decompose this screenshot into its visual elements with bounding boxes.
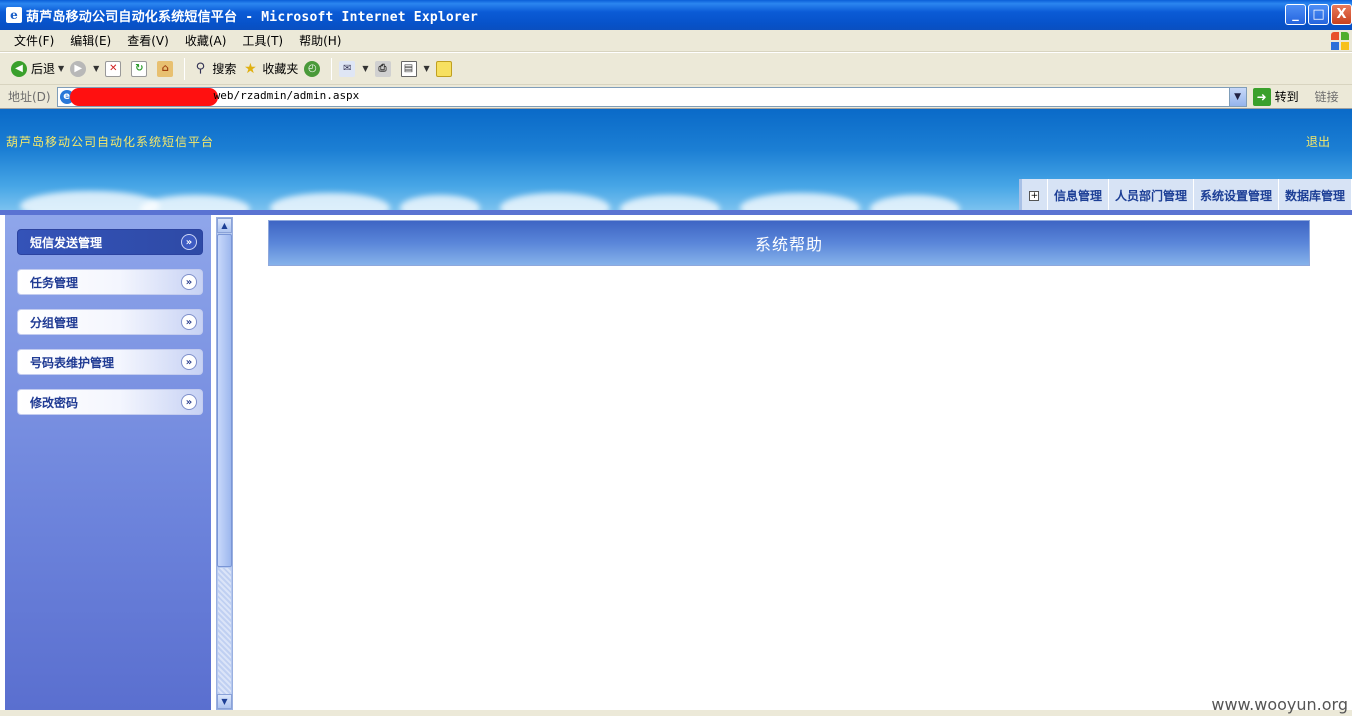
go-arrow-icon: ➜	[1252, 87, 1271, 106]
address-dropdown-icon[interactable]: ▼	[1228, 87, 1246, 106]
forward-arrow-icon: ▶	[70, 60, 87, 77]
sidebar-item-change-password[interactable]: 修改密码 »	[17, 389, 203, 415]
address-url-text: web/rzadmin/admin.aspx	[213, 88, 360, 102]
forward-button[interactable]: ▶ ▼	[67, 57, 102, 81]
plus-box-icon: +	[1029, 190, 1040, 201]
toolbar-separator	[184, 57, 186, 80]
sidebar-item-label: 任务管理	[30, 275, 79, 290]
scrollbar-thumb[interactable]	[217, 234, 232, 567]
home-button[interactable]: ⌂	[154, 57, 180, 81]
edit-icon: ▤	[400, 60, 417, 77]
address-label: 地址(D)	[8, 90, 51, 104]
print-icon: ⎙	[374, 60, 391, 77]
forward-dropdown-icon[interactable]: ▼	[93, 64, 99, 73]
sidebar-scrollbar[interactable]: ▲ ▼	[216, 217, 233, 710]
topnav-expand-button[interactable]: +	[1022, 179, 1048, 212]
site-title: 葫芦岛移动公司自动化系统短信平台	[6, 135, 215, 149]
mail-icon: ✉	[339, 60, 356, 77]
go-button[interactable]: ➜ 转到	[1252, 87, 1299, 106]
search-button[interactable]: ⚲ 搜索	[189, 57, 239, 81]
sidebar-item-sms-send-management[interactable]: 短信发送管理 »	[17, 229, 203, 255]
sidebar-item-task-management[interactable]: 任务管理 »	[17, 269, 203, 295]
menu-edit[interactable]: 编辑(E)	[62, 32, 119, 49]
back-button[interactable]: ◀ 后退 ▼	[8, 57, 67, 81]
mail-dropdown-icon[interactable]: ▼	[362, 64, 368, 73]
note-icon	[435, 60, 452, 77]
sidebar-item-number-table-maintenance[interactable]: 号码表维护管理 »	[17, 349, 203, 375]
back-label: 后退	[31, 62, 56, 76]
refresh-button[interactable]: ↻	[128, 57, 154, 81]
top-navigation: + 信息管理 人员部门管理 系统设置管理 数据库管理	[1018, 179, 1352, 212]
page-title: 系统帮助	[268, 220, 1310, 266]
print-button[interactable]: ⎙	[372, 57, 398, 81]
ie-app-icon: e	[6, 7, 22, 23]
window-title: 葫芦岛移动公司自动化系统短信平台 - Microsoft Internet Ex…	[26, 9, 478, 25]
menu-view[interactable]: 查看(V)	[119, 32, 177, 49]
mail-button[interactable]: ✉ ▼	[336, 57, 371, 81]
topnav-staff-department-management[interactable]: 人员部门管理	[1109, 179, 1194, 212]
chevron-down-icon[interactable]: »	[181, 234, 197, 250]
edit-dropdown-icon[interactable]: ▼	[424, 64, 430, 73]
page-banner: 葫芦岛移动公司自动化系统短信平台 退出 + 信息管理 人员部门管理 系统设置管理…	[0, 109, 1352, 212]
chevron-down-icon[interactable]: »	[181, 394, 197, 410]
go-label: 转到	[1274, 90, 1299, 104]
favorites-button[interactable]: ★ 收藏夹	[239, 57, 301, 81]
logout-link[interactable]: 退出	[1306, 133, 1330, 150]
topnav-info-management[interactable]: 信息管理	[1048, 179, 1109, 212]
address-bar: 地址(D) e web/rzadmin/admin.aspx ▼ ➜ 转到 链接	[0, 85, 1352, 109]
sidebar-item-label: 修改密码	[30, 395, 79, 410]
stop-icon: ✕	[105, 60, 122, 77]
standard-toolbar: ◀ 后退 ▼ ▶ ▼ ✕ ↻ ⌂ ⚲ 搜索 ★ 收藏夹 ◴ ✉ ▼ ⎙ ▤ ▼	[0, 53, 1352, 85]
window-controls: _ □ X	[1285, 4, 1352, 25]
scroll-up-icon[interactable]: ▲	[217, 218, 232, 233]
topnav-database-management[interactable]: 数据库管理	[1279, 179, 1352, 212]
menu-help[interactable]: 帮助(H)	[291, 32, 349, 49]
history-icon: ◴	[304, 60, 321, 77]
home-icon: ⌂	[157, 60, 174, 77]
messenger-button[interactable]	[433, 57, 459, 81]
sidebar-item-label: 号码表维护管理	[30, 355, 115, 370]
status-bar	[0, 710, 1352, 716]
address-input[interactable]: e web/rzadmin/admin.aspx ▼	[56, 86, 1247, 107]
search-icon: ⚲	[195, 61, 206, 76]
sidebar-menu: 短信发送管理 » 任务管理 » 分组管理 » 号码表维护管理 » 修改密码 »	[5, 215, 211, 710]
menu-file[interactable]: 文件(F)	[6, 32, 62, 49]
cloud-decoration	[20, 191, 160, 212]
topnav-system-settings-management[interactable]: 系统设置管理	[1194, 179, 1279, 212]
toolbar-separator	[331, 57, 333, 80]
stop-button[interactable]: ✕	[102, 57, 128, 81]
chevron-down-icon[interactable]: »	[181, 314, 197, 330]
windows-logo-icon	[1330, 31, 1350, 51]
sidebar-item-label: 分组管理	[30, 315, 79, 330]
search-label: 搜索	[212, 62, 237, 76]
edit-button[interactable]: ▤ ▼	[398, 57, 433, 81]
history-button[interactable]: ◴	[301, 57, 327, 81]
close-button[interactable]: X	[1331, 4, 1352, 25]
maximize-button[interactable]: □	[1308, 4, 1329, 25]
chevron-down-icon[interactable]: »	[181, 354, 197, 370]
back-dropdown-icon[interactable]: ▼	[58, 64, 64, 73]
favorites-label: 收藏夹	[262, 62, 299, 76]
sidebar-item-label: 短信发送管理	[30, 235, 103, 250]
scroll-down-icon[interactable]: ▼	[217, 694, 232, 709]
refresh-icon: ↻	[131, 60, 148, 77]
back-arrow-icon: ◀	[11, 60, 27, 77]
favorites-star-icon: ★	[244, 60, 257, 77]
links-toolbar[interactable]: 链接	[1315, 88, 1339, 105]
redacted-url-part	[69, 87, 218, 106]
window-titlebar: e 葫芦岛移动公司自动化系统短信平台 - Microsoft Internet …	[0, 0, 1352, 30]
minimize-button[interactable]: _	[1285, 4, 1306, 25]
watermark: www.wooyun.org	[1211, 695, 1348, 714]
scrollbar-track[interactable]	[218, 568, 231, 694]
menu-favorites[interactable]: 收藏(A)	[177, 32, 235, 49]
chevron-down-icon[interactable]: »	[181, 274, 197, 290]
sidebar-item-group-management[interactable]: 分组管理 »	[17, 309, 203, 335]
menu-bar: 文件(F) 编辑(E) 查看(V) 收藏(A) 工具(T) 帮助(H)	[0, 30, 1352, 52]
menu-tools[interactable]: 工具(T)	[234, 32, 291, 49]
